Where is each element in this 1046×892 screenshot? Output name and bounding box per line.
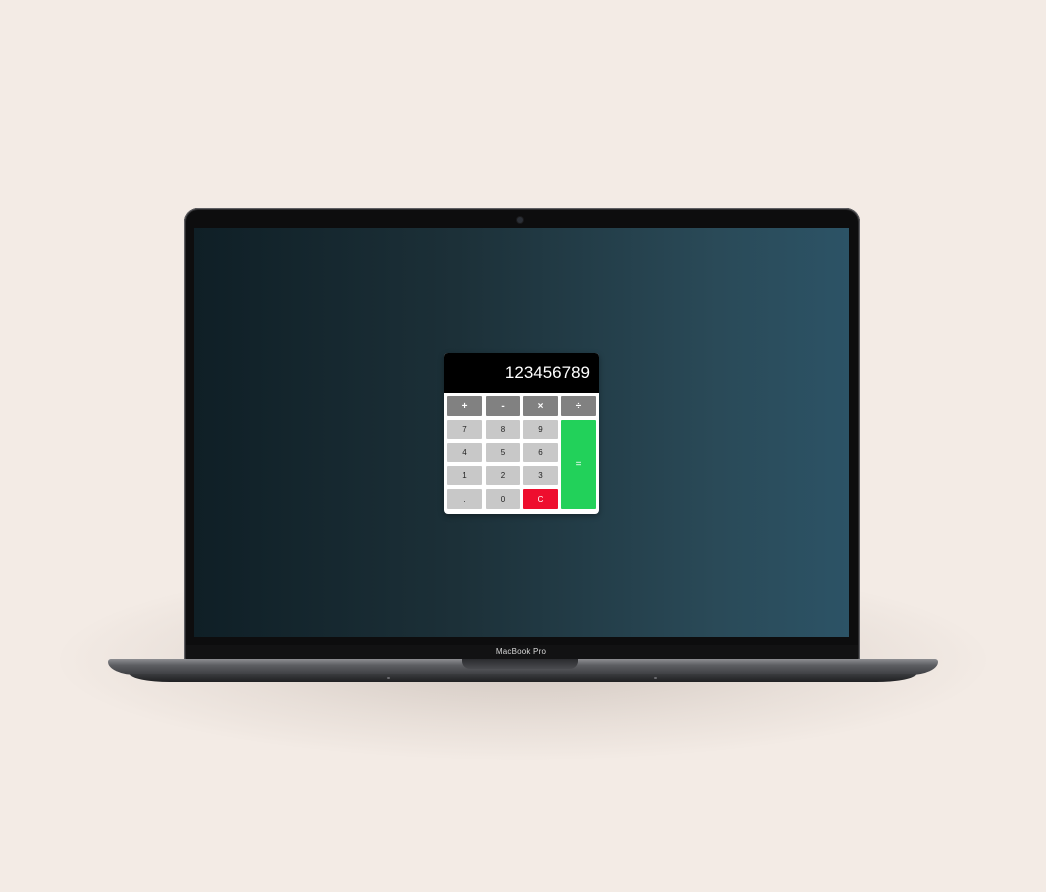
foot-right xyxy=(654,677,657,679)
digit-9-button[interactable]: 9 xyxy=(523,420,558,439)
calculator-display: 123456789 xyxy=(444,353,599,393)
divide-button[interactable]: ÷ xyxy=(561,396,596,416)
calculator-app: 123456789 + - × ÷ 7 8 9 4 5 6 1 2 3 . 0 … xyxy=(444,353,599,514)
digit-8-button[interactable]: 8 xyxy=(486,420,520,439)
multiply-button[interactable]: × xyxy=(523,396,558,416)
digit-7-button[interactable]: 7 xyxy=(447,420,482,439)
foot-left xyxy=(387,677,390,679)
equals-button[interactable]: = xyxy=(561,420,596,509)
add-button[interactable]: + xyxy=(447,396,482,416)
decimal-point-button[interactable]: . xyxy=(447,489,482,509)
laptop-base-bottom xyxy=(130,674,916,682)
digit-3-button[interactable]: 3 xyxy=(523,466,558,485)
laptop-notch xyxy=(462,659,578,669)
clear-button[interactable]: C xyxy=(523,489,558,509)
digit-5-button[interactable]: 5 xyxy=(486,443,520,462)
digit-2-button[interactable]: 2 xyxy=(486,466,520,485)
subtract-button[interactable]: - xyxy=(486,396,520,416)
digit-4-button[interactable]: 4 xyxy=(447,443,482,462)
digit-0-button[interactable]: 0 xyxy=(486,489,520,509)
webcam-icon xyxy=(517,217,523,223)
model-label: MacBook Pro xyxy=(495,647,547,656)
digit-1-button[interactable]: 1 xyxy=(447,466,482,485)
digit-6-button[interactable]: 6 xyxy=(523,443,558,462)
